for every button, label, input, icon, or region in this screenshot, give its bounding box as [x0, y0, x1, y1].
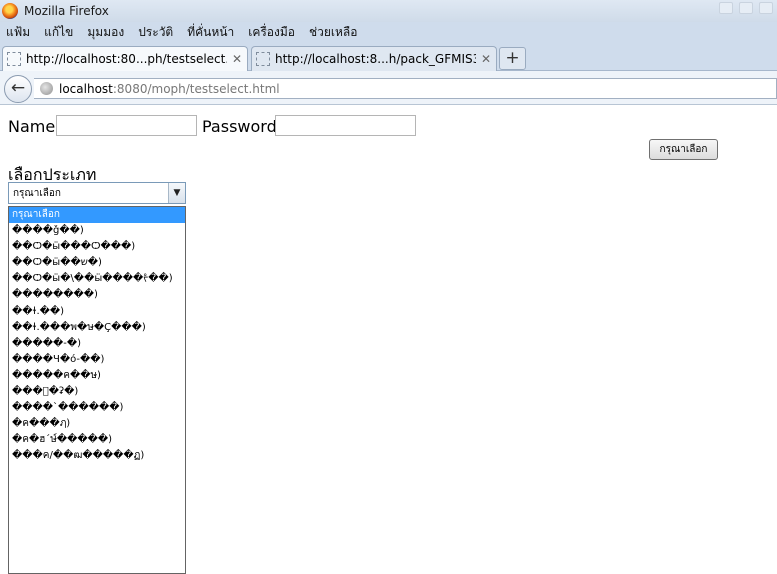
minimize-icon[interactable]	[719, 2, 733, 14]
url-bar[interactable]: localhost:8080/moph/testselect.html	[34, 78, 777, 99]
menu-tools[interactable]: เครื่องมือ	[242, 23, 303, 42]
dropdown-option[interactable]: ����ǧ��)	[9, 223, 185, 239]
navigation-bar: ← localhost:8080/moph/testselect.html	[0, 71, 777, 105]
dropdown-option[interactable]: �ค�ฮ´ษ์�����)	[9, 432, 185, 448]
menu-bar: แฟ้ม แก้ไข มุมมอง ประวัติ ที่คั่นหน้า เค…	[0, 22, 777, 42]
dropdown-option[interactable]: ����Ч�ó-��)	[9, 352, 185, 368]
close-window-icon[interactable]	[759, 2, 773, 14]
close-tab-icon[interactable]: ✕	[481, 52, 491, 66]
dropdown-option[interactable]: ��Ѻ�ӹ���Ѻ���)	[9, 239, 185, 255]
url-host: localhost	[59, 81, 113, 96]
password-label: Password:	[202, 117, 283, 136]
dropdown-option[interactable]: ��������)	[9, 287, 185, 303]
dropdown-option[interactable]: ��ɫ.��)	[9, 304, 185, 320]
dropdown-option[interactable]: �����-�)	[9, 336, 185, 352]
tab-label: http://localhost:8...h/pack_GFMIS3.php	[275, 52, 476, 66]
dropdown-option[interactable]: ��Ѻ�ӹ�\��ӹ����ᡷ��)	[9, 271, 185, 287]
select-dropdown-list: กรุณาเลือก ����ǧ��) ��Ѻ�ӹ���Ѻ���) ��Ѻ�ӹ�…	[8, 206, 186, 574]
dropdown-option[interactable]: กรุณาเลือก	[9, 207, 185, 224]
choose-button[interactable]: กรุณาเลือก	[649, 139, 718, 160]
firefox-logo-icon	[2, 3, 18, 19]
window-title-bar: Mozilla Firefox	[0, 0, 777, 22]
dropdown-option[interactable]: �����ค��ษ)	[9, 368, 185, 384]
dropdown-option[interactable]: ���ค/��ฒ�����ฏ)	[9, 448, 185, 464]
tab-label: http://localhost:80...ph/testselect.html	[26, 52, 227, 66]
chevron-down-icon[interactable]: ▼	[168, 183, 185, 203]
back-button[interactable]: ←	[4, 75, 32, 103]
menu-view[interactable]: มุมมอง	[81, 23, 132, 42]
type-select[interactable]: กรุณาเลือก ▼	[8, 182, 186, 204]
menu-history[interactable]: ประวัติ	[132, 23, 181, 42]
globe-icon	[40, 82, 53, 95]
menu-edit[interactable]: แก้ไข	[38, 23, 81, 42]
tab-pack-gfmis[interactable]: http://localhost:8...h/pack_GFMIS3.php ✕	[251, 46, 497, 71]
page-content: Name: Password: กรุณาเลือก เลือกประเภท ก…	[0, 106, 777, 574]
url-path: :8080/moph/testselect.html	[112, 81, 280, 96]
page-icon	[256, 52, 270, 66]
menu-file[interactable]: แฟ้ม	[0, 23, 38, 42]
dropdown-option[interactable]: ��Ѻ�ӹ��ש�)	[9, 255, 185, 271]
name-input[interactable]	[56, 115, 197, 136]
password-input[interactable]	[275, 115, 416, 136]
dropdown-option[interactable]: ����`������)	[9, 400, 185, 416]
new-tab-button[interactable]: +	[499, 47, 526, 70]
page-icon	[7, 52, 21, 66]
dropdown-option[interactable]: ��ɫ.���พ�ษ�Ç���)	[9, 320, 185, 336]
window-controls	[719, 2, 773, 14]
menu-help[interactable]: ช่วยเหลือ	[303, 23, 366, 42]
dropdown-option[interactable]: ���ฺ�ʡ�)	[9, 384, 185, 400]
tab-strip: http://localhost:80...ph/testselect.html…	[0, 42, 777, 71]
window-title: Mozilla Firefox	[24, 4, 109, 18]
name-label: Name:	[8, 117, 61, 136]
close-tab-icon[interactable]: ✕	[232, 52, 242, 66]
menu-bookmarks[interactable]: ที่คั่นหน้า	[181, 23, 242, 42]
select-value: กรุณาเลือก	[13, 187, 61, 199]
maximize-icon[interactable]	[739, 2, 753, 14]
dropdown-option[interactable]: �ค���ฦ)	[9, 416, 185, 432]
tab-testselect[interactable]: http://localhost:80...ph/testselect.html…	[2, 46, 248, 71]
